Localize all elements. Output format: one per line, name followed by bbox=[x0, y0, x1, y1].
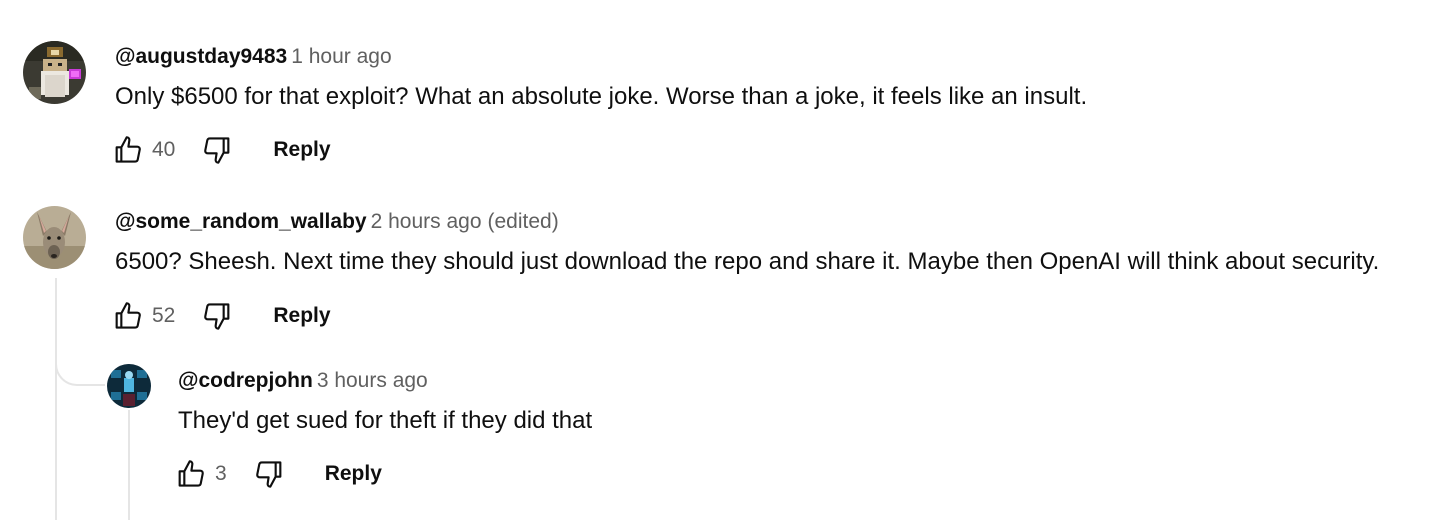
comment-author[interactable]: @codrepjohn bbox=[178, 369, 313, 392]
reply-button[interactable]: Reply bbox=[273, 304, 330, 328]
thumbs-up-icon bbox=[115, 302, 141, 329]
like-button[interactable] bbox=[110, 298, 146, 334]
dislike-button[interactable] bbox=[199, 132, 235, 168]
comment-actions: 40 Reply bbox=[110, 130, 331, 170]
thumbs-down-icon bbox=[204, 303, 230, 330]
dislike-button[interactable] bbox=[199, 298, 235, 334]
avatar[interactable] bbox=[107, 364, 151, 408]
avatar-image bbox=[23, 41, 86, 104]
thread-connector bbox=[55, 360, 105, 386]
comment-text: 6500? Sheesh. Next time they should just… bbox=[115, 248, 1380, 275]
like-count: 3 bbox=[215, 462, 227, 485]
thumbs-up-icon bbox=[115, 136, 141, 163]
avatar-image bbox=[23, 206, 86, 269]
comment-timestamp[interactable]: 2 hours ago bbox=[371, 210, 482, 233]
like-button[interactable] bbox=[173, 456, 209, 492]
comment-text: They'd get sued for theft if they did th… bbox=[178, 407, 593, 434]
comment-actions: 3 Reply bbox=[173, 454, 382, 494]
thumbs-down-icon bbox=[204, 137, 230, 164]
avatar[interactable] bbox=[23, 41, 86, 104]
like-count: 52 bbox=[152, 304, 176, 327]
comment-timestamp[interactable]: 1 hour ago bbox=[291, 45, 391, 68]
avatar-image bbox=[107, 364, 151, 408]
thumbs-down-icon bbox=[255, 461, 282, 488]
comment-actions: 52 Reply bbox=[110, 296, 331, 336]
dislike-button[interactable] bbox=[251, 456, 287, 492]
comment-timestamp[interactable]: 3 hours ago bbox=[317, 369, 428, 392]
like-button[interactable] bbox=[110, 132, 146, 168]
reply-button[interactable]: Reply bbox=[325, 462, 382, 486]
like-count: 40 bbox=[152, 138, 176, 161]
edited-label: (edited) bbox=[487, 210, 559, 233]
reply-button[interactable]: Reply bbox=[273, 138, 330, 162]
reply-thread-line bbox=[128, 410, 130, 520]
comment-author[interactable]: @augustday9483 bbox=[115, 45, 287, 68]
comment-author[interactable]: @some_random_wallaby bbox=[115, 210, 367, 233]
avatar[interactable] bbox=[23, 206, 86, 269]
comment-text: Only $6500 for that exploit? What an abs… bbox=[115, 83, 1088, 110]
thumbs-up-icon bbox=[178, 460, 204, 487]
thread-line bbox=[55, 278, 57, 520]
